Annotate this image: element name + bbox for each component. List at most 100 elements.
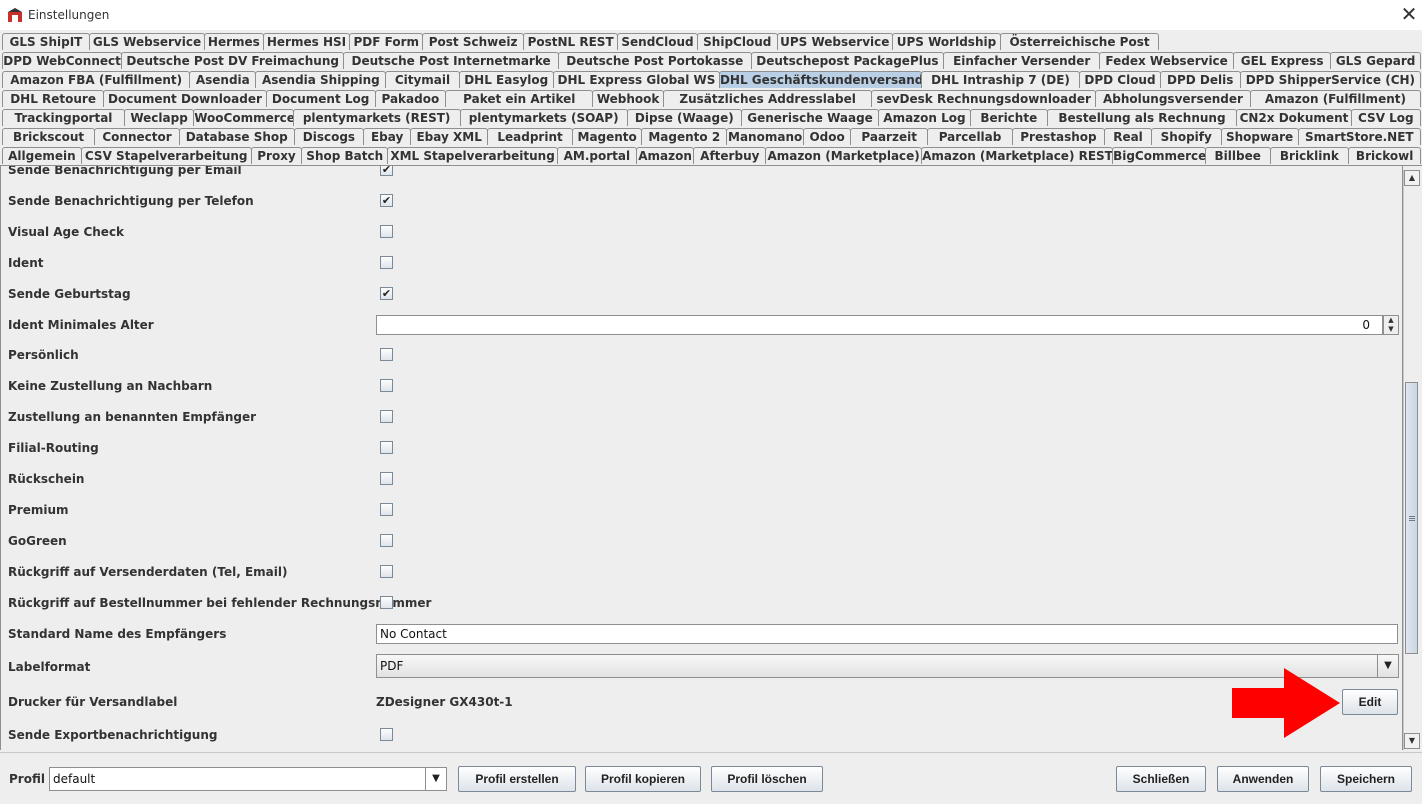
- profil-select[interactable]: default ▼: [49, 767, 447, 791]
- tab-einfacher-versender[interactable]: Einfacher Versender: [943, 52, 1101, 69]
- tab-shopware[interactable]: Shopware: [1220, 128, 1299, 145]
- tab-berichte[interactable]: Berichte: [969, 109, 1048, 126]
- tab-pakadoo[interactable]: Pakadoo: [374, 90, 447, 107]
- tab-amazon-fba-fulfillment[interactable]: Amazon FBA (Fulfillment): [2, 71, 191, 88]
- tab-amazon-marketplace-rest[interactable]: Amazon (Marketplace) REST: [921, 147, 1114, 164]
- tab-trackingportal[interactable]: Trackingportal: [2, 109, 125, 126]
- tab-real[interactable]: Real: [1104, 128, 1152, 145]
- tab-dpd-shipperservice-ch[interactable]: DPD ShipperService (CH): [1239, 71, 1421, 88]
- tab-zusätzliches-addresslabel[interactable]: Zusätzliches Addresslabel: [662, 90, 873, 107]
- tab-shopify[interactable]: Shopify: [1150, 128, 1222, 145]
- tab-deutsche-post-portokasse[interactable]: Deutsche Post Portokasse: [557, 52, 752, 69]
- tab-amazon-marketplace[interactable]: Amazon (Marketplace): [765, 147, 923, 164]
- anwenden-button[interactable]: Anwenden: [1217, 766, 1309, 792]
- tab-brickowl[interactable]: Brickowl: [1348, 147, 1421, 164]
- tab-asendia[interactable]: Asendia: [189, 71, 257, 88]
- scrollbar-thumb[interactable]: [1405, 382, 1418, 654]
- checkbox[interactable]: [380, 534, 393, 547]
- tab-odoo[interactable]: Odoo: [803, 128, 852, 145]
- schliessen-button[interactable]: Schließen: [1116, 766, 1206, 792]
- tab-gls-shipit[interactable]: GLS ShipIT: [2, 33, 90, 50]
- tab-österreichische-post[interactable]: Österreichische Post: [1000, 33, 1159, 50]
- ident-min-age-input[interactable]: 0: [376, 315, 1383, 335]
- tab-generische-waage[interactable]: Generische Waage: [741, 109, 880, 126]
- chevron-down-icon[interactable]: ▼: [1377, 655, 1398, 677]
- tab-postnl-rest[interactable]: PostNL REST: [523, 33, 619, 50]
- checkbox[interactable]: ✔: [380, 166, 393, 176]
- tab-ebay[interactable]: Ebay: [363, 128, 412, 145]
- tab-sevdesk-rechnungsdownloader[interactable]: sevDesk Rechnungsdownloader: [871, 90, 1097, 107]
- tab-paarzeit[interactable]: Paarzeit: [850, 128, 929, 145]
- tab-manomano[interactable]: Manomano: [726, 128, 805, 145]
- tab-dhl-retoure[interactable]: DHL Retoure: [2, 90, 105, 107]
- tab-dpd-webconnect[interactable]: DPD WebConnect: [2, 52, 123, 69]
- tab-citymail[interactable]: Citymail: [385, 71, 460, 88]
- checkbox[interactable]: [380, 410, 393, 423]
- checkbox[interactable]: [380, 472, 393, 485]
- checkbox[interactable]: [380, 225, 393, 238]
- checkbox[interactable]: [380, 503, 393, 516]
- spin-up-icon[interactable]: ▲: [1384, 316, 1398, 325]
- tab-abholungsversender[interactable]: Abholungsversender: [1095, 90, 1251, 107]
- tab-connector[interactable]: Connector: [94, 128, 180, 145]
- tab-dhl-geschäftskundenversand[interactable]: DHL Geschäftskundenversand: [718, 71, 922, 88]
- tab-sendcloud[interactable]: SendCloud: [617, 33, 698, 50]
- vertical-scrollbar[interactable]: ▲ ▼: [1403, 170, 1420, 750]
- tab-amazon-log[interactable]: Amazon Log: [878, 109, 971, 126]
- tab-discogs[interactable]: Discogs: [293, 128, 365, 145]
- edit-printer-button[interactable]: Edit: [1342, 689, 1398, 715]
- chevron-down-icon[interactable]: ▼: [425, 768, 446, 790]
- tab-allgemein[interactable]: Allgemein: [2, 147, 82, 164]
- tab-dhl-easylog[interactable]: DHL Easylog: [458, 71, 554, 88]
- tab-document-downloader[interactable]: Document Downloader: [103, 90, 267, 107]
- checkbox[interactable]: [380, 596, 393, 609]
- tab-bricklink[interactable]: Bricklink: [1269, 147, 1350, 164]
- checkbox[interactable]: [380, 256, 393, 269]
- spin-down-icon[interactable]: ▼: [1384, 325, 1398, 334]
- tab-document-log[interactable]: Document Log: [265, 90, 376, 107]
- tab-deutsche-post-dv-freimachung[interactable]: Deutsche Post DV Freimachung: [121, 52, 345, 69]
- tab-afterbuy[interactable]: Afterbuy: [693, 147, 767, 164]
- tab-hermes[interactable]: Hermes: [204, 33, 264, 50]
- tab-prestashop[interactable]: Prestashop: [1011, 128, 1106, 145]
- tab-pdf-form[interactable]: PDF Form: [349, 33, 424, 50]
- tab-proxy[interactable]: Proxy: [250, 147, 303, 164]
- tab-hermes-hsi[interactable]: Hermes HSI: [262, 33, 351, 50]
- tab-woocommerce[interactable]: WooCommerce: [193, 109, 294, 126]
- tab-xml-stapelverarbeitung[interactable]: XML Stapelverarbeitung: [387, 147, 559, 164]
- tab-shop-batch[interactable]: Shop Batch: [301, 147, 389, 164]
- tab-post-schweiz[interactable]: Post Schweiz: [422, 33, 525, 50]
- checkbox[interactable]: [380, 379, 393, 392]
- tab-fedex-webservice[interactable]: Fedex Webservice: [1099, 52, 1235, 69]
- tab-deutschepost-packageplus[interactable]: Deutschepost PackagePlus: [750, 52, 945, 69]
- tab-shipcloud[interactable]: ShipCloud: [696, 33, 778, 50]
- checkbox[interactable]: ✔: [380, 287, 393, 300]
- tab-billbee[interactable]: Billbee: [1204, 147, 1271, 164]
- tab-csv-stapelverarbeitung[interactable]: CSV Stapelverarbeitung: [80, 147, 252, 164]
- tab-database-shop[interactable]: Database Shop: [178, 128, 295, 145]
- ident-min-age-stepper[interactable]: ▲ ▼: [1383, 315, 1399, 335]
- checkbox[interactable]: ✔: [380, 194, 393, 207]
- tab-magento[interactable]: Magento: [571, 128, 643, 145]
- profil-kopieren-button[interactable]: Profil kopieren: [585, 766, 701, 792]
- tab-dpd-delis[interactable]: DPD Delis: [1159, 71, 1241, 88]
- tab-gls-gepard[interactable]: GLS Gepard: [1330, 52, 1421, 69]
- tab-smartstore-net[interactable]: SmartStore.NET: [1297, 128, 1421, 145]
- checkbox[interactable]: [380, 565, 393, 578]
- tab-cn2x-dokument[interactable]: CN2x Dokument: [1236, 109, 1352, 126]
- tab-amazon-fulfillment[interactable]: Amazon (Fulfillment): [1249, 90, 1421, 107]
- close-icon[interactable]: ✕: [1398, 3, 1420, 25]
- standard-name-input[interactable]: No Contact: [376, 624, 1398, 644]
- tab-plentymarkets-rest[interactable]: plentymarkets (REST): [292, 109, 461, 126]
- tab-dhl-intraship-7-de[interactable]: DHL Intraship 7 (DE): [920, 71, 1081, 88]
- tab-parcellab[interactable]: Parcellab: [927, 128, 1013, 145]
- tab-brickscout[interactable]: Brickscout: [2, 128, 96, 145]
- tab-bestellung-als-rechnung[interactable]: Bestellung als Rechnung: [1046, 109, 1238, 126]
- tab-am-portal[interactable]: AM.portal: [557, 147, 637, 164]
- tab-csv-log[interactable]: CSV Log: [1350, 109, 1421, 126]
- tab-gel-express[interactable]: GEL Express: [1233, 52, 1332, 69]
- tab-leadprint[interactable]: Leadprint: [487, 128, 573, 145]
- profil-erstellen-button[interactable]: Profil erstellen: [458, 766, 576, 792]
- checkbox[interactable]: [380, 441, 393, 454]
- scroll-down-icon[interactable]: ▼: [1404, 733, 1420, 749]
